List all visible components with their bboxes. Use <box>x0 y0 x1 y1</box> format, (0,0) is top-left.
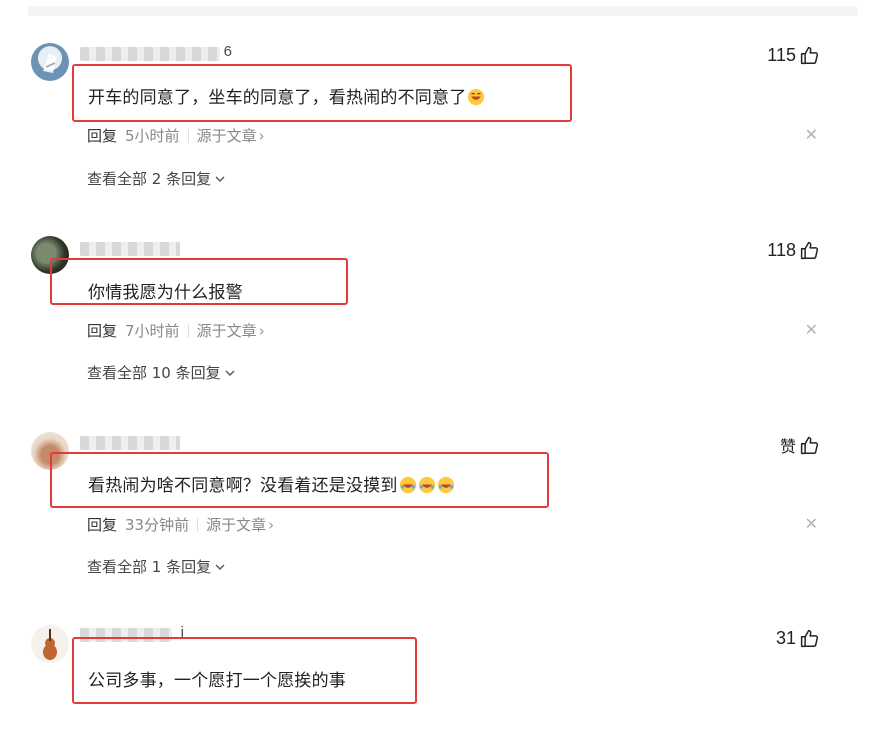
reply-button[interactable]: 回复 <box>87 320 117 341</box>
username-blurred[interactable] <box>80 242 180 256</box>
comment-meta: 回复 5小时前 源于文章 › <box>87 125 265 146</box>
comment-text: 你情我愿为什么报警 <box>88 283 243 303</box>
thumbs-up-icon <box>800 241 819 260</box>
like-button[interactable]: 115 <box>767 45 820 66</box>
username-tail: 6 <box>223 43 232 60</box>
like-button[interactable]: 118 <box>767 240 820 261</box>
chevron-down-icon <box>215 176 225 182</box>
like-count: 115 <box>767 45 796 65</box>
chevron-down-icon <box>225 370 235 376</box>
username-blurred[interactable] <box>80 436 180 450</box>
comment-text: 开车的同意了，坐车的同意了，看热闹的不同意了 <box>88 83 485 108</box>
comment-text: 看热闹为啥不同意啊？没看着还是没摸到 <box>88 471 455 496</box>
comment-meta: 回复 7小时前 源于文章 › <box>87 320 265 341</box>
view-replies-link[interactable]: 查看全部 1 条回复 <box>87 556 226 577</box>
like-count: 赞 <box>779 437 796 456</box>
divider <box>187 128 189 143</box>
source-link[interactable]: 源于文章 › <box>197 125 265 146</box>
thumbs-up-icon <box>800 436 819 454</box>
chevron-right-icon: › <box>258 321 265 340</box>
view-replies-link[interactable]: 查看全部 2 条回复 <box>87 168 226 189</box>
laughing-emoji-icon <box>468 88 485 106</box>
laughing-emoji-icon <box>399 476 416 494</box>
comment-time: 5小时前 <box>125 127 180 145</box>
divider <box>187 323 189 338</box>
chevron-down-icon <box>215 564 225 570</box>
like-button[interactable]: 赞 <box>780 433 820 457</box>
source-link[interactable]: 源于文章 › <box>197 320 265 341</box>
comment-time: 33分钟前 <box>125 516 190 534</box>
chevron-right-icon: › <box>258 126 265 145</box>
view-replies-link[interactable]: 查看全部 10 条回复 <box>87 362 236 383</box>
close-icon[interactable]: ✕ <box>805 320 818 339</box>
close-icon[interactable]: ✕ <box>805 125 818 144</box>
thumbs-up-icon <box>800 46 819 65</box>
thumbs-up-icon <box>800 629 819 648</box>
avatar[interactable] <box>31 43 69 81</box>
comment-meta: 回复 33分钟前 源于文章 › <box>87 514 274 535</box>
comment-text: 公司多事，一个愿打一个愿挨的事 <box>88 671 346 691</box>
divider <box>197 517 199 532</box>
laughing-emoji-icon <box>437 476 454 494</box>
top-bar <box>28 6 858 16</box>
username-blurred[interactable]: 6 <box>80 43 232 61</box>
reply-button[interactable]: 回复 <box>87 514 117 535</box>
reply-button[interactable]: 回复 <box>87 125 117 146</box>
source-link[interactable]: 源于文章 › <box>206 514 274 535</box>
like-count: 118 <box>767 240 796 260</box>
like-button[interactable]: 31 <box>776 628 820 649</box>
laughing-emoji-icon <box>418 476 435 494</box>
comment-time: 7小时前 <box>125 322 180 340</box>
avatar[interactable] <box>31 625 69 663</box>
like-count: 31 <box>775 628 796 648</box>
close-icon[interactable]: ✕ <box>805 514 818 533</box>
chevron-right-icon: › <box>268 515 275 534</box>
